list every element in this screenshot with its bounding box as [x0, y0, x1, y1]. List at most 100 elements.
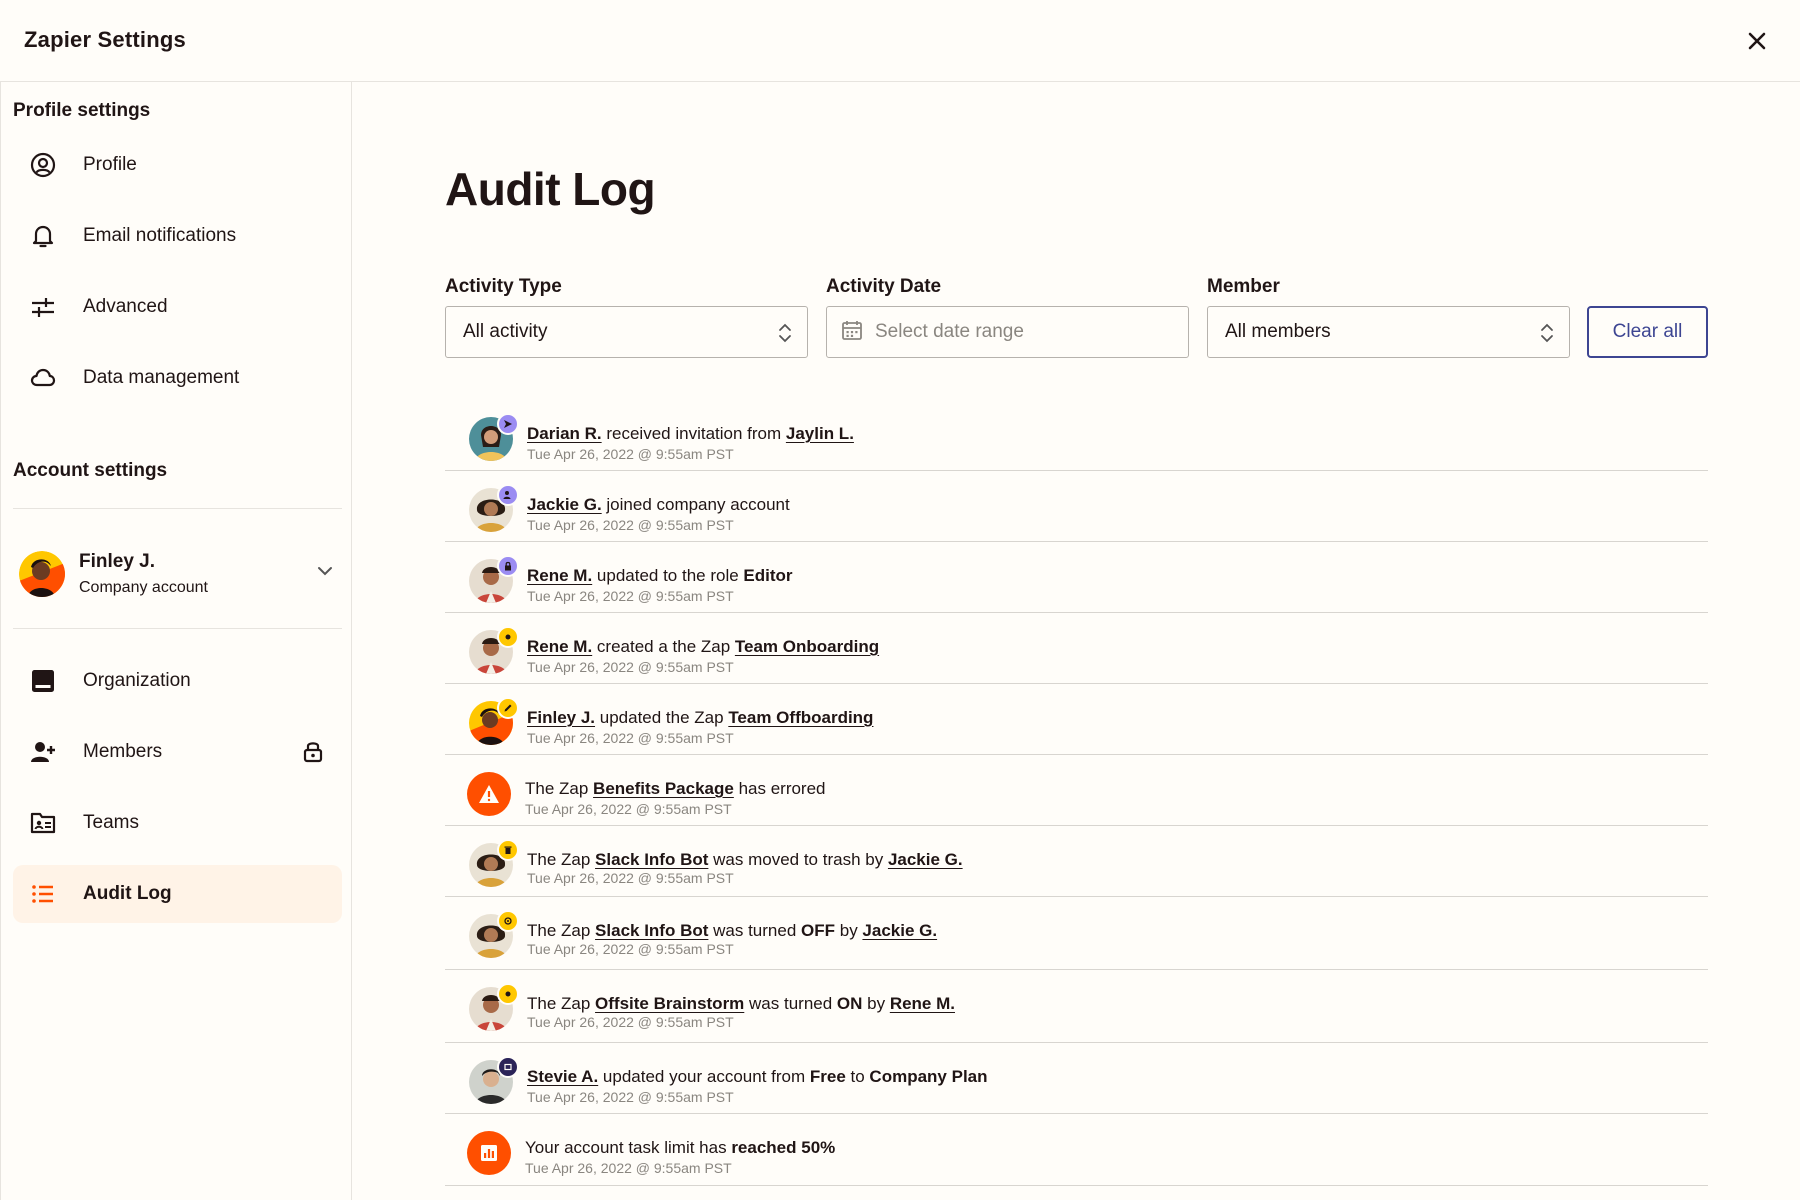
main-content: Audit Log Activity Type All activity Act… — [353, 82, 1800, 1200]
member-link[interactable]: Stevie A. — [527, 1067, 598, 1086]
zap-link[interactable]: Slack Info Bot — [595, 921, 708, 940]
bell-icon — [27, 220, 59, 252]
power-off-icon — [497, 910, 519, 932]
calendar-icon — [841, 319, 863, 346]
log-entry: The Zap Benefits Package has errored Tue… — [445, 755, 1708, 826]
zap-link[interactable]: Benefits Package — [593, 779, 734, 798]
activity-type-select[interactable]: All activity — [445, 306, 808, 358]
teams-icon — [27, 807, 59, 839]
sidebar-item-email-notifications[interactable]: Email notifications — [13, 207, 342, 265]
sidebar-item-teams[interactable]: Teams — [13, 794, 342, 852]
member-link[interactable]: Rene M. — [527, 566, 592, 585]
text-segment: The Zap — [527, 921, 596, 940]
sliders-icon — [27, 291, 59, 323]
log-timestamp: Tue Apr 26, 2022 @ 9:55am PST — [527, 941, 734, 957]
log-timestamp: Tue Apr 26, 2022 @ 9:55am PST — [527, 1014, 734, 1030]
member-link[interactable]: Jaylin L. — [786, 424, 854, 443]
log-entry: The Zap Slack Info Bot was turned OFF by… — [445, 897, 1708, 970]
log-timestamp: Tue Apr 26, 2022 @ 9:55am PST — [527, 446, 734, 462]
sidebar-item-audit-log[interactable]: Audit Log — [13, 865, 342, 923]
sidebar-item-organization[interactable]: Organization — [13, 652, 342, 710]
log-entry: Rene M. created a the Zap Team Onboardin… — [445, 613, 1708, 684]
close-icon — [1748, 32, 1766, 50]
trash-icon — [497, 839, 519, 861]
member-link[interactable]: Darian R. — [527, 424, 602, 443]
page-title: Audit Log — [445, 163, 656, 215]
log-timestamp: Tue Apr 26, 2022 @ 9:55am PST — [525, 1160, 732, 1176]
member-link[interactable]: Rene M. — [527, 637, 592, 656]
member-link[interactable]: Finley J. — [527, 708, 595, 727]
member-link[interactable]: Jackie G. — [862, 921, 937, 940]
zap-link[interactable]: Team Onboarding — [735, 637, 879, 656]
zap-badge-icon — [497, 626, 519, 648]
status-value: ON — [836, 994, 863, 1013]
member-link[interactable]: Jackie G. — [527, 495, 602, 514]
limit-value: reached 50% — [731, 1138, 836, 1157]
log-entry-text: Your account task limit has reached 50% — [525, 1138, 835, 1158]
text-segment: The Zap — [527, 850, 596, 869]
log-timestamp: Tue Apr 26, 2022 @ 9:55am PST — [525, 801, 732, 817]
warning-icon — [467, 772, 511, 816]
text-segment: was moved to trash by — [708, 850, 888, 869]
user-circle-icon — [27, 149, 59, 181]
sidebar-item-label: Profile — [83, 154, 137, 175]
profile-settings-heading: Profile settings — [13, 100, 151, 121]
member-link[interactable]: Rene M. — [890, 994, 955, 1013]
organization-icon — [27, 665, 59, 697]
log-entry: Your account task limit has reached 50% … — [445, 1114, 1708, 1186]
divider — [13, 628, 342, 629]
activity-date-label: Activity Date — [826, 276, 942, 297]
up-down-chevron-icon — [777, 321, 793, 350]
log-entry-text: Rene M. created a the Zap Team Onboardin… — [527, 637, 879, 657]
pencil-icon — [497, 697, 519, 719]
member-label: Member — [1207, 276, 1280, 297]
text-segment: updated the Zap — [595, 708, 729, 727]
log-entry: Jackie G. joined company account Tue Apr… — [445, 471, 1708, 542]
account-switcher[interactable]: Finley J. Company account — [13, 530, 342, 618]
sidebar-item-label: Data management — [83, 367, 240, 388]
text-segment: received invitation from — [601, 424, 786, 443]
lock-badge-icon — [497, 555, 519, 577]
log-entry-text: The Zap Benefits Package has errored — [525, 779, 826, 799]
activity-date-input[interactable]: Select date range — [826, 306, 1189, 358]
zap-link[interactable]: Team Offboarding — [728, 708, 873, 727]
text-segment: was turned — [744, 994, 837, 1013]
log-timestamp: Tue Apr 26, 2022 @ 9:55am PST — [527, 1089, 734, 1105]
text-segment: The Zap — [527, 994, 596, 1013]
text-segment: updated your account from — [598, 1067, 810, 1086]
log-entry-text: Rene M. updated to the role Editor — [527, 566, 793, 586]
zap-link[interactable]: Offsite Brainstorm — [595, 994, 744, 1013]
sidebar-item-label: Organization — [83, 670, 191, 691]
log-entry: Darian R. received invitation from Jayli… — [445, 400, 1708, 471]
log-entry-text: The Zap Slack Info Bot was turned OFF by… — [527, 921, 937, 941]
text-segment: was turned — [708, 921, 802, 940]
up-down-chevron-icon — [1539, 321, 1555, 350]
sidebar-item-members[interactable]: Members — [13, 723, 342, 781]
sidebar: Profile settings Profile Email notificat… — [0, 82, 352, 1200]
clear-all-button[interactable]: Clear all — [1587, 306, 1708, 358]
divider — [13, 508, 342, 509]
member-link[interactable]: Jackie G. — [888, 850, 963, 869]
text-segment: has errored — [733, 779, 826, 798]
account-settings-heading: Account settings — [13, 460, 168, 481]
sidebar-item-data-management[interactable]: Data management — [13, 349, 342, 407]
text-segment: joined company account — [601, 495, 790, 514]
chevron-down-icon — [316, 562, 334, 585]
sidebar-item-profile[interactable]: Profile — [13, 136, 342, 194]
activity-type-label: Activity Type — [445, 276, 562, 297]
log-timestamp: Tue Apr 26, 2022 @ 9:55am PST — [527, 730, 734, 746]
log-entry: Stevie A. updated your account from Free… — [445, 1043, 1708, 1114]
log-timestamp: Tue Apr 26, 2022 @ 9:55am PST — [527, 659, 734, 675]
log-entry-text: The Zap Slack Info Bot was moved to tras… — [527, 850, 963, 870]
log-entry: The Zap Slack Info Bot was moved to tras… — [445, 826, 1708, 897]
date-range-placeholder: Select date range — [875, 321, 1024, 342]
close-button[interactable] — [1742, 26, 1772, 56]
member-select[interactable]: All members — [1207, 306, 1570, 358]
sidebar-item-label: Audit Log — [83, 883, 172, 904]
text-segment: to — [845, 1067, 870, 1086]
sidebar-item-advanced[interactable]: Advanced — [13, 278, 342, 336]
window-title: Zapier Settings — [24, 27, 186, 52]
sidebar-item-label: Teams — [83, 812, 139, 833]
zap-link[interactable]: Slack Info Bot — [595, 850, 708, 869]
text-segment: by — [835, 921, 863, 940]
